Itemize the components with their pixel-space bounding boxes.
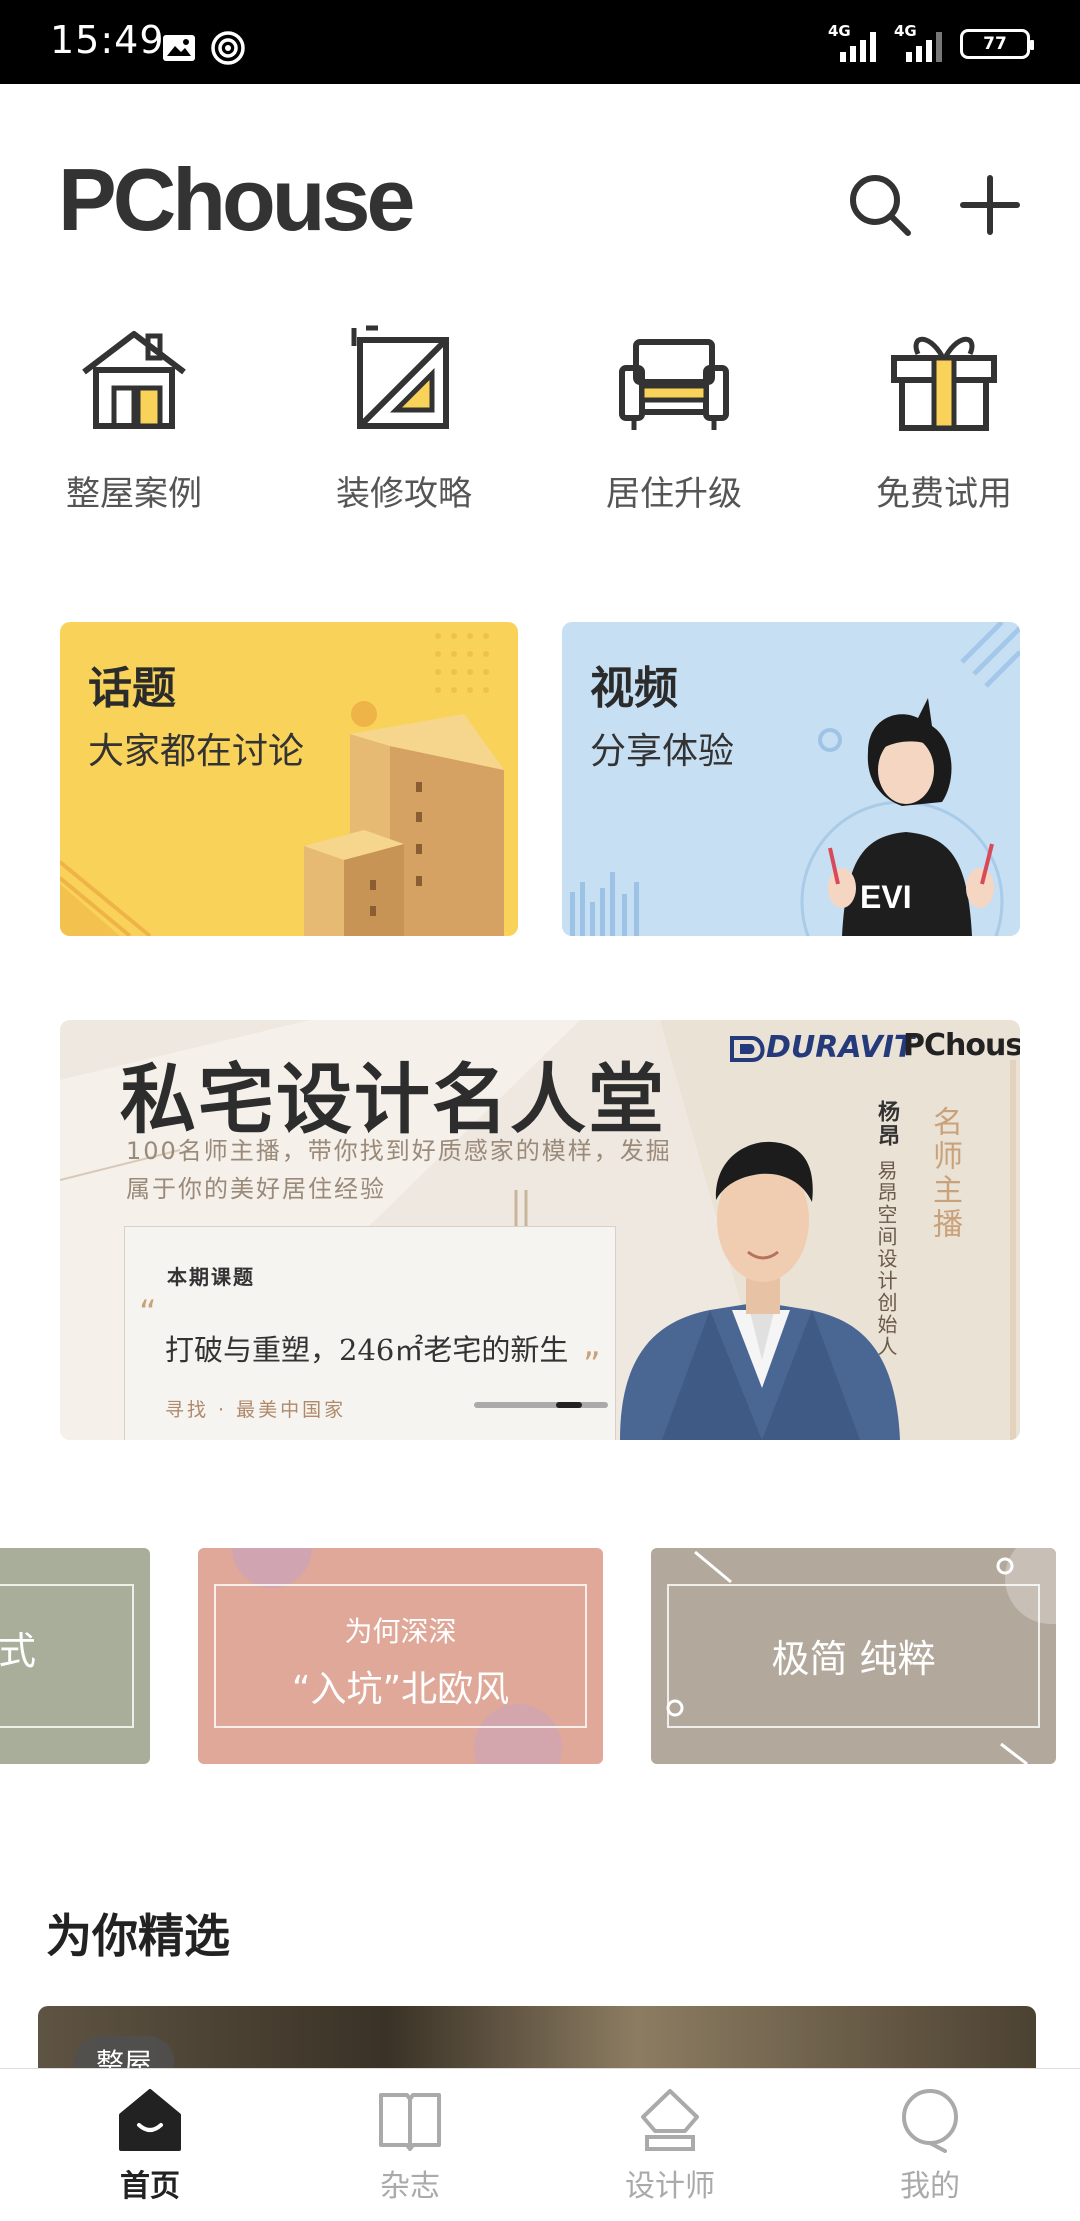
- banner-topic: 打破与重塑，246㎡老宅的新生: [165, 1333, 569, 1367]
- video-card-title: 视频: [590, 663, 678, 714]
- category-renovation-guide[interactable]: 装修攻略: [304, 320, 504, 515]
- profile-icon: [902, 2089, 958, 2153]
- host-role: 名师主播: [927, 1106, 962, 1242]
- status-bar: 15:49 4G 4G 77: [0, 0, 1080, 84]
- tab-designer[interactable]: 设计师: [570, 2069, 770, 2221]
- tab-profile[interactable]: 我的: [830, 2069, 1030, 2221]
- hotspot-icon: [211, 31, 245, 65]
- topic-card-subtitle: 大家都在讨论: [88, 731, 305, 772]
- style-card-minimal[interactable]: 极简 纯粹: [651, 1548, 1056, 1764]
- banner-topic-label: 本期课题: [167, 1265, 255, 1289]
- category-living-upgrade[interactable]: 居住升级: [574, 320, 774, 515]
- category-row: 整屋案例 装修攻略 居住升级 免费试用: [0, 320, 1080, 550]
- designer-banner[interactable]: 私宅设计名人堂 100名师主播，带你找到好质感家的模样，发掘属于你的美好居住经验…: [60, 1020, 1020, 1440]
- add-button[interactable]: [955, 170, 1025, 240]
- image-notification-icon: [163, 35, 195, 61]
- quote-close-icon: ”: [583, 1345, 601, 1385]
- topic-card[interactable]: 话题 大家都在讨论: [60, 622, 518, 936]
- video-card[interactable]: EVI 视频 分享体验: [562, 622, 1020, 936]
- style-card-nordic[interactable]: 为何深深 “入坑”北欧风: [198, 1548, 603, 1764]
- house-icon: [82, 331, 186, 429]
- carousel-indicator: [474, 1402, 608, 1408]
- category-whole-house[interactable]: 整屋案例: [34, 320, 234, 515]
- search-button[interactable]: [845, 170, 915, 240]
- style-card-chinese[interactable]: 中式: [0, 1548, 150, 1764]
- topic-card-title: 话题: [88, 663, 176, 714]
- banner-find: 寻找 · 最美中国家: [165, 1399, 347, 1421]
- style-card-nordic-line2: “入坑”北欧风: [291, 1669, 510, 1710]
- pchouse-logo: PChouse: [58, 150, 415, 249]
- style-card-nordic-line1: 为何深深: [344, 1615, 457, 1648]
- pchouse-brand: PChouse: [903, 1028, 1020, 1063]
- battery-icon: 77: [960, 29, 1034, 59]
- host-title: 易昂空间设计创始人: [874, 1160, 898, 1358]
- duravit-logo-icon: [730, 1036, 765, 1062]
- signal-icon: 4G: [828, 22, 878, 62]
- gift-icon: [891, 336, 997, 431]
- search-icon: [850, 175, 911, 236]
- style-card-chinese-text: 中式: [0, 1629, 37, 1673]
- sofa-icon: [619, 339, 729, 430]
- designer-icon: [641, 2089, 699, 2151]
- host-name: 杨昂: [874, 1100, 899, 1148]
- style-carousel: 中式 为何深深 “入坑”北欧风 极简 纯粹: [0, 1548, 1080, 1768]
- app-header: PChouse: [0, 84, 1080, 244]
- bottom-tab-bar: 首页 杂志 设计师 我的: [0, 2068, 1080, 2221]
- video-card-subtitle: 分享体验: [590, 731, 735, 772]
- plus-icon: [960, 175, 1020, 235]
- quote-open-icon: “: [139, 1293, 157, 1333]
- section-title: 为你精选: [46, 1909, 230, 1963]
- tab-home[interactable]: 首页: [50, 2069, 250, 2221]
- home-icon: [119, 2089, 181, 2151]
- category-free-trial[interactable]: 免费试用: [844, 320, 1044, 515]
- book-icon: [379, 2093, 441, 2151]
- signal-icon-2: 4G: [894, 22, 944, 62]
- style-card-minimal-text: 极简 纯粹: [771, 1637, 936, 1681]
- status-time: 15:49: [50, 18, 165, 62]
- banner-subtitle: 100名师主播，带你找到好质感家的模样，发掘属于你的美好居住经验: [126, 1137, 672, 1203]
- svg-text:EVI: EVI: [860, 879, 912, 915]
- tab-magazine[interactable]: 杂志: [310, 2069, 510, 2221]
- duravit-brand: DURAVIT: [766, 1030, 915, 1065]
- ruler-triangle-icon: [351, 325, 449, 429]
